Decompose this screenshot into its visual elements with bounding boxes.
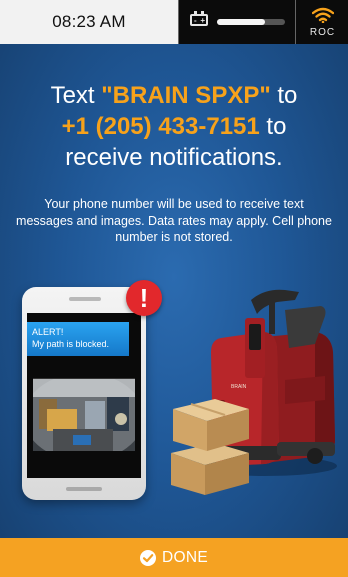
camera-fisheye-image xyxy=(33,379,135,451)
alert-title: ALERT! xyxy=(32,327,64,337)
instruction-headline: Text "BRAIN SPXP" to +1 (205) 433-7151 t… xyxy=(10,80,338,173)
headline-line3: receive notifications. xyxy=(65,144,283,171)
camera-image xyxy=(33,378,135,451)
alert-message: My path is blocked. xyxy=(32,339,110,349)
checkmark-circle-icon xyxy=(140,549,156,566)
headline-middle: to xyxy=(270,82,298,109)
cardboard-boxes-illustration xyxy=(171,399,249,495)
alert-notification: ALERT! My path is blocked. xyxy=(27,322,129,356)
status-bar: 08:23 AM - + ROC xyxy=(0,0,348,44)
headline-keyword: "BRAIN SPXP" xyxy=(101,82,271,109)
wifi-icon xyxy=(312,7,334,23)
network-status[interactable]: ROC xyxy=(295,0,348,44)
battery-indicator: - + xyxy=(178,0,296,44)
disclaimer-text: Your phone number will be used to receiv… xyxy=(16,197,332,244)
done-button[interactable]: DONE xyxy=(0,538,348,577)
phone-home-button xyxy=(66,487,102,491)
status-time: 08:23 AM xyxy=(0,0,178,44)
headline-phone-number: +1 (205) 433-7151 xyxy=(61,113,260,140)
battery-level-bar xyxy=(217,19,285,25)
battery-icon: - + xyxy=(190,11,208,26)
network-label: ROC xyxy=(309,27,336,38)
done-button-label: DONE xyxy=(162,548,208,566)
alert-badge: ! xyxy=(126,280,162,316)
headline-suffix: to xyxy=(259,113,287,140)
phone-speaker xyxy=(69,297,101,301)
notification-setup-screen: 08:23 AM - + ROC Text "BRAIN SPXP" to +1… xyxy=(0,0,348,577)
robot-label: BRAIN xyxy=(231,384,247,390)
battery-level-fill xyxy=(217,19,265,25)
headline-prefix: Text xyxy=(50,82,102,109)
